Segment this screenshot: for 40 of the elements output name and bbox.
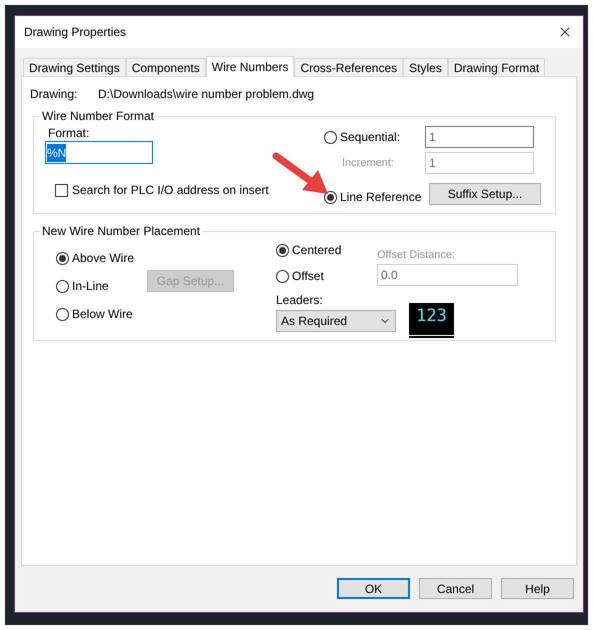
radio-label: In-Line xyxy=(72,278,109,295)
radio-label: Sequential: xyxy=(340,129,400,146)
radio-button[interactable] xyxy=(56,280,69,292)
radio-button[interactable] xyxy=(276,244,289,256)
checkbox-label: Search for PLC I/O address on insert xyxy=(72,182,269,199)
tab[interactable]: Components xyxy=(126,58,206,76)
dialog-button[interactable]: Cancel xyxy=(419,578,492,599)
drawing-path: D:\Downloads\wire number problem.dwg xyxy=(98,86,314,103)
group-title: New Wire Number Placement xyxy=(40,224,202,238)
increment-label: Increment: xyxy=(341,156,395,171)
dialog-button[interactable]: Help xyxy=(501,578,574,599)
group-title: Wire Number Format xyxy=(40,109,156,123)
radio-button[interactable] xyxy=(56,308,69,320)
drawing-label: Drawing: xyxy=(30,86,78,103)
dialog-button[interactable]: OK xyxy=(337,578,410,599)
radio-button[interactable] xyxy=(56,252,69,264)
tab[interactable]: Drawing Format xyxy=(448,58,546,76)
radio-label: Centered xyxy=(292,242,342,259)
leaders-label: Leaders: xyxy=(276,293,324,307)
radio-label: Above Wire xyxy=(72,250,134,267)
window-title: Drawing Properties xyxy=(24,24,126,41)
offset-distance-label: Offset Distance: xyxy=(377,249,456,262)
checkbox[interactable] xyxy=(55,184,68,196)
tab[interactable]: Styles xyxy=(403,58,448,76)
pointer-arrow xyxy=(272,150,330,196)
radio-label: Offset xyxy=(292,268,324,285)
radio-label: Line Reference xyxy=(340,189,422,206)
radio-button[interactable] xyxy=(276,270,289,282)
leaders-dropdown[interactable]: As Required xyxy=(276,310,396,332)
radio-label: Below Wire xyxy=(72,306,133,323)
suffix-setup-button[interactable]: Suffix Setup... xyxy=(429,183,541,205)
format-field[interactable]: %N xyxy=(45,141,153,164)
radio-button[interactable] xyxy=(324,190,337,204)
sequential-field[interactable]: 1 xyxy=(425,126,534,148)
radio-button[interactable] xyxy=(324,130,337,144)
tab[interactable]: Drawing Settings xyxy=(23,58,126,76)
tab[interactable]: Cross-References xyxy=(294,58,404,76)
tab[interactable]: Wire Numbers xyxy=(206,56,294,77)
format-label: Format: xyxy=(47,126,90,140)
wire-number-preview: 123 xyxy=(409,303,454,338)
